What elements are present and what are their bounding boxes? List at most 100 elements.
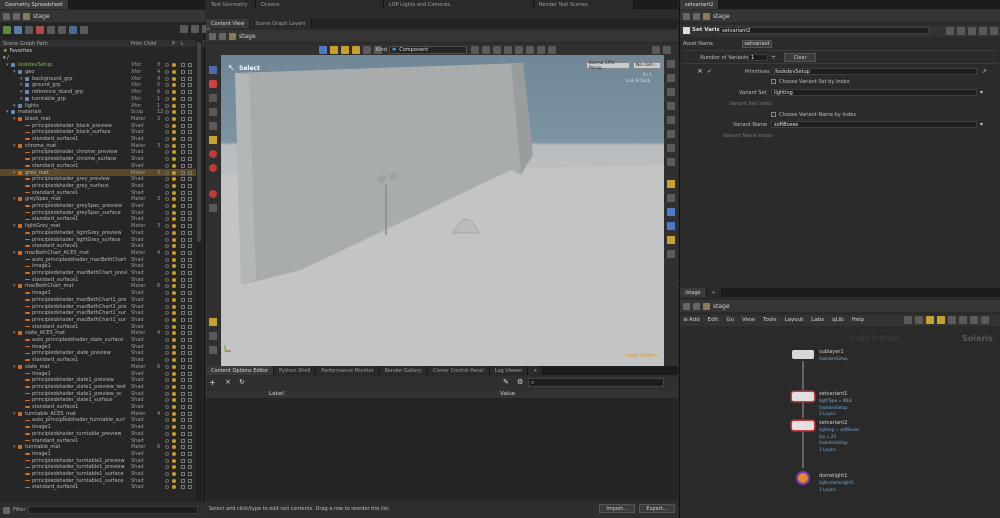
payload-checkbox[interactable] bbox=[181, 143, 185, 148]
power-icon[interactable] bbox=[172, 237, 176, 242]
tab-scene-graph-layers[interactable]: Scene Graph Layers bbox=[250, 19, 312, 28]
tree-row[interactable]: ▾ geo Xfor 4 bbox=[0, 69, 196, 76]
payload-checkbox[interactable] bbox=[181, 405, 185, 410]
payload-checkbox[interactable] bbox=[181, 163, 185, 168]
power-icon[interactable] bbox=[172, 116, 176, 121]
power-icon[interactable] bbox=[172, 405, 176, 410]
lock-checkbox[interactable] bbox=[188, 90, 192, 95]
tree-row[interactable]: ▾ lights Xfor 1 bbox=[0, 102, 196, 109]
camera-menu[interactable]: No cam... bbox=[633, 62, 661, 69]
visibility-dot-icon[interactable] bbox=[165, 331, 169, 336]
geometry-icon[interactable] bbox=[667, 130, 675, 138]
tree-row[interactable]: ▾ lookdevSetup Xfor 3 bbox=[0, 62, 196, 69]
settings-icon[interactable] bbox=[80, 26, 88, 34]
power-icon[interactable] bbox=[172, 204, 176, 209]
tab-setvariant2[interactable]: setvariant2 bbox=[680, 0, 720, 9]
snap-icon[interactable] bbox=[341, 46, 349, 54]
visibility-dot-icon[interactable] bbox=[165, 250, 169, 255]
payload-checkbox[interactable] bbox=[181, 110, 185, 115]
tree-row[interactable]: ▾ background_grp Xfor 4 bbox=[0, 75, 196, 82]
expand-arrow-icon[interactable]: ▾ bbox=[20, 82, 23, 88]
viewport-tool-icon-3[interactable] bbox=[493, 46, 501, 54]
expand-arrow-icon[interactable]: ▾ bbox=[13, 69, 16, 75]
lock-checkbox[interactable] bbox=[188, 237, 192, 242]
info-icon[interactable] bbox=[968, 27, 976, 35]
payload-checkbox[interactable] bbox=[181, 237, 185, 242]
lock-checkbox[interactable] bbox=[188, 110, 192, 115]
visibility-dot-icon[interactable] bbox=[165, 190, 169, 195]
power-icon[interactable] bbox=[172, 177, 176, 182]
lock-checkbox[interactable] bbox=[188, 170, 192, 175]
tree-row[interactable]: principledshader_slate1_surface Shad bbox=[0, 397, 196, 404]
payload-checkbox[interactable] bbox=[181, 157, 185, 162]
lock-checkbox[interactable] bbox=[188, 183, 192, 188]
power-icon[interactable] bbox=[172, 110, 176, 115]
payload-checkbox[interactable] bbox=[181, 63, 185, 68]
tree-row[interactable]: principledshader_chrome_preview Shad bbox=[0, 149, 196, 156]
edit-icon[interactable] bbox=[979, 27, 987, 35]
tree-row[interactable]: image1 Shad bbox=[0, 451, 196, 458]
gear-icon[interactable] bbox=[180, 25, 188, 33]
tree-row[interactable]: ▾ materials Scop 12 bbox=[0, 109, 196, 116]
col-value[interactable]: Value bbox=[500, 391, 515, 397]
lock-checkbox[interactable] bbox=[188, 277, 192, 282]
camera-view-icon[interactable] bbox=[667, 222, 675, 230]
power-icon[interactable] bbox=[172, 284, 176, 289]
filter-input[interactable] bbox=[28, 506, 199, 514]
visibility-dot-icon[interactable] bbox=[165, 103, 169, 108]
lock-checkbox[interactable] bbox=[188, 478, 192, 483]
lock-checkbox[interactable] bbox=[188, 271, 192, 276]
variant-name-dropdown-icon[interactable]: ▾ bbox=[980, 121, 983, 128]
power-icon[interactable] bbox=[172, 183, 176, 188]
lock-checkbox[interactable] bbox=[188, 116, 192, 121]
expand-icon[interactable] bbox=[14, 26, 22, 34]
tab-content-options[interactable]: Content Options Editor bbox=[206, 366, 275, 375]
tree-row[interactable]: principledshader_slate_preview Shad bbox=[0, 350, 196, 357]
lock-checkbox[interactable] bbox=[188, 70, 192, 75]
power-icon[interactable] bbox=[172, 451, 176, 456]
tree-row[interactable]: principledshader_macBethChart1_sur Shad bbox=[0, 317, 196, 324]
payload-checkbox[interactable] bbox=[181, 244, 185, 249]
lock-checkbox[interactable] bbox=[188, 445, 192, 450]
expand-arrow-icon[interactable]: ▾ bbox=[13, 283, 16, 289]
visibility-dot-icon[interactable] bbox=[165, 478, 169, 483]
node-box[interactable] bbox=[792, 421, 814, 430]
lock-checkbox[interactable] bbox=[188, 250, 192, 255]
expand-arrow-icon[interactable]: ▾ bbox=[20, 96, 23, 102]
viewport-settings-icon[interactable] bbox=[652, 46, 660, 54]
power-icon[interactable] bbox=[172, 364, 176, 369]
power-icon[interactable] bbox=[172, 351, 176, 356]
payload-checkbox[interactable] bbox=[181, 130, 185, 135]
visibility-dot-icon[interactable] bbox=[165, 150, 169, 155]
tree-row[interactable]: principledshader_greySpec_surface Shad bbox=[0, 209, 196, 216]
lock-checkbox[interactable] bbox=[188, 391, 192, 396]
pick-icon[interactable] bbox=[352, 46, 360, 54]
visibility-dot-icon[interactable] bbox=[165, 291, 169, 296]
viewport-menu-icon[interactable] bbox=[663, 46, 671, 54]
lock-checkbox[interactable] bbox=[188, 264, 192, 269]
checkmark-icon[interactable]: ✓ bbox=[707, 68, 712, 75]
tree-row[interactable]: standard_surface1 Shad bbox=[0, 357, 196, 364]
tree-row[interactable]: ▾ ground_grp Xfor 5 bbox=[0, 82, 196, 89]
viewport-tool-icon-4[interactable] bbox=[504, 46, 512, 54]
lock-checkbox[interactable] bbox=[188, 405, 192, 410]
choose-name-checkbox[interactable] bbox=[771, 112, 776, 117]
tree-row[interactable]: principledshader_turntable1_preview Shad bbox=[0, 464, 196, 471]
tree-row[interactable]: standard_surface1 Shad bbox=[0, 136, 196, 143]
tree-row[interactable]: principledshader_slate1_preview Shad bbox=[0, 377, 196, 384]
payload-checkbox[interactable] bbox=[181, 271, 185, 276]
expand-icon[interactable] bbox=[990, 27, 998, 35]
visibility-dot-icon[interactable] bbox=[165, 445, 169, 450]
guide-icon[interactable] bbox=[667, 180, 675, 188]
measure-icon[interactable] bbox=[209, 204, 217, 212]
network-node[interactable]: sublayer1/lookdevSetup bbox=[792, 349, 848, 361]
filter-toggle-icon[interactable] bbox=[3, 506, 10, 514]
col-prim[interactable]: Prim Child bbox=[131, 41, 156, 47]
tree-row[interactable]: standard_surface1 Shad bbox=[0, 484, 196, 491]
lock-checkbox[interactable] bbox=[188, 351, 192, 356]
viewport-tool-icon-5[interactable] bbox=[515, 46, 523, 54]
display-options-icon[interactable] bbox=[667, 60, 675, 68]
visibility-dot-icon[interactable] bbox=[165, 257, 169, 262]
lock-checkbox[interactable] bbox=[188, 371, 192, 376]
visibility-dot-icon[interactable] bbox=[165, 418, 169, 423]
